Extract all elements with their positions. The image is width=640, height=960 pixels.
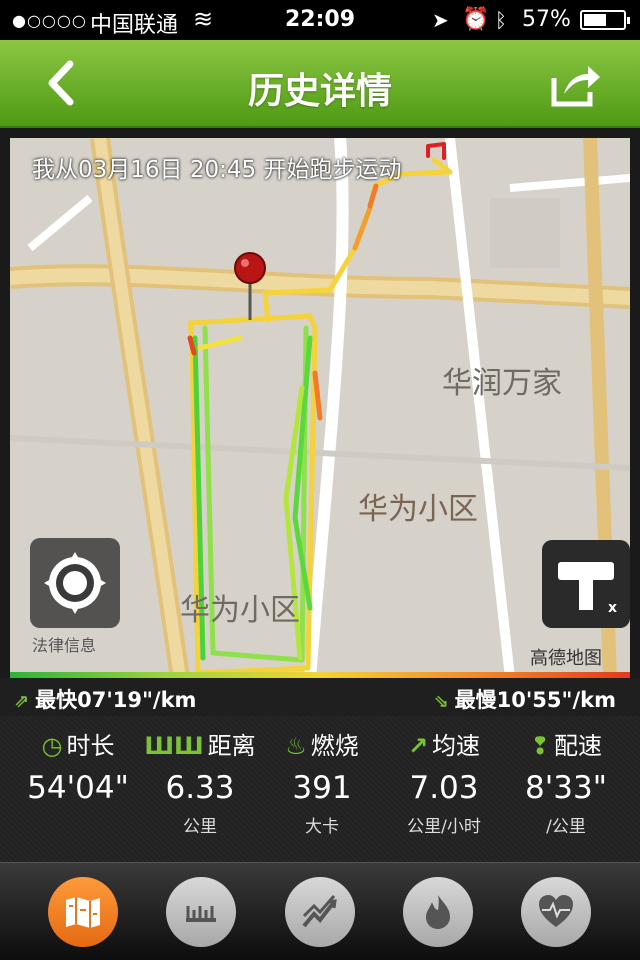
stat-label: 配速 — [554, 732, 603, 760]
stats-panel: ◷ 时长 54'04" ШШ 距离 6.33 公里 ♨ 燃烧 391 大卡 ↗ 均速 7… — [0, 716, 640, 862]
stat-label: 均速 — [432, 732, 481, 760]
stat-duration: ◷ 时长 54'04" — [14, 726, 142, 812]
svg-text:x: x — [608, 600, 617, 616]
battery-icon — [580, 10, 630, 30]
fastest-pace: ⇗ 最快07'19"/km — [14, 684, 196, 714]
bottom-tab-bar — [0, 862, 640, 960]
stat-pace: ❢ 配速 8'33" /公里 — [502, 726, 630, 837]
heart-rate-icon — [539, 895, 573, 927]
battery-percent: 57% — [522, 7, 571, 32]
stat-distance: ШШ 距离 6.33 公里 — [136, 726, 264, 837]
tab-calories[interactable] — [403, 877, 473, 947]
nav-bar: 历史详情 — [0, 40, 640, 128]
stat-label: 距离 — [207, 732, 256, 760]
tab-heart-rate[interactable] — [521, 877, 591, 947]
traffic-t-icon: x — [558, 562, 617, 616]
stat-avg-speed: ↗ 均速 7.03 公里/小时 — [380, 726, 508, 837]
ruler-icon — [186, 906, 216, 922]
share-button[interactable] — [548, 60, 604, 110]
location-arrow-icon: ➤ — [432, 8, 449, 32]
share-icon — [551, 66, 600, 107]
tab-speed[interactable] — [285, 877, 355, 947]
stat-value: 8'33" — [525, 770, 607, 806]
tab-distance[interactable] — [166, 877, 236, 947]
flame-icon: ♨ — [285, 732, 307, 760]
stat-value: 7.03 — [409, 770, 479, 806]
clock-icon: ◷ — [41, 732, 63, 760]
locate-button[interactable] — [30, 538, 120, 628]
flame-icon — [426, 895, 450, 929]
slowest-pace: ⇘ 最慢10'55"/km — [434, 684, 616, 714]
poi-supermarket: 华润万家 — [442, 366, 562, 401]
slow-runner-icon: ⇘ — [433, 691, 449, 712]
stat-unit: /公里 — [546, 817, 586, 837]
fastest-pace-text: 最快07'19"/km — [35, 688, 197, 712]
poi-residential-2: 华为小区 — [180, 593, 300, 628]
status-bar: ●○○○○ 中国联通 ≋ 22:09 ➤ ⏰ ᛒ 57% — [0, 0, 640, 40]
legal-info-link[interactable]: 法律信息 — [32, 632, 96, 656]
fast-runner-icon: ⇗ — [14, 691, 30, 712]
stat-unit: 大卡 — [305, 817, 339, 837]
stat-unit: 公里/小时 — [407, 817, 481, 837]
ruler-icon: ШШ — [144, 732, 204, 760]
stat-label: 燃烧 — [310, 732, 359, 760]
trend-up-icon: ↗ — [407, 732, 429, 760]
stat-unit: 公里 — [183, 817, 217, 837]
poi-residential: 华为小区 — [358, 492, 478, 527]
page-title: 历史详情 — [247, 71, 392, 112]
stat-value: 54'04" — [27, 770, 129, 806]
stat-value: 391 — [292, 770, 352, 806]
tab-map[interactable] — [48, 877, 118, 947]
map-provider-logo: 高德地图 — [530, 648, 602, 669]
slowest-pace-text: 最慢10'55"/km — [454, 688, 616, 712]
trend-chart-icon — [302, 895, 337, 928]
map-type-button[interactable]: x — [542, 540, 630, 628]
alarm-icon: ⏰ — [462, 7, 490, 32]
stat-value: 6.33 — [165, 770, 235, 806]
crosshair-icon — [44, 552, 106, 614]
footprints-icon: ❢ — [529, 732, 551, 760]
pace-range-row: ⇗ 最快07'19"/km ⇘ 最慢10'55"/km — [0, 678, 640, 716]
route-map[interactable]: 我从03月16日 20:45 开始跑步运动 华润万家 华为小区 华为小区 法律信… — [10, 138, 630, 678]
bluetooth-icon: ᛒ — [495, 8, 507, 32]
stat-calories: ♨ 燃烧 391 大卡 — [258, 726, 386, 837]
run-start-caption: 我从03月16日 20:45 开始跑步运动 — [32, 157, 402, 183]
stat-label: 时长 — [66, 732, 115, 760]
map-icon — [66, 897, 100, 928]
